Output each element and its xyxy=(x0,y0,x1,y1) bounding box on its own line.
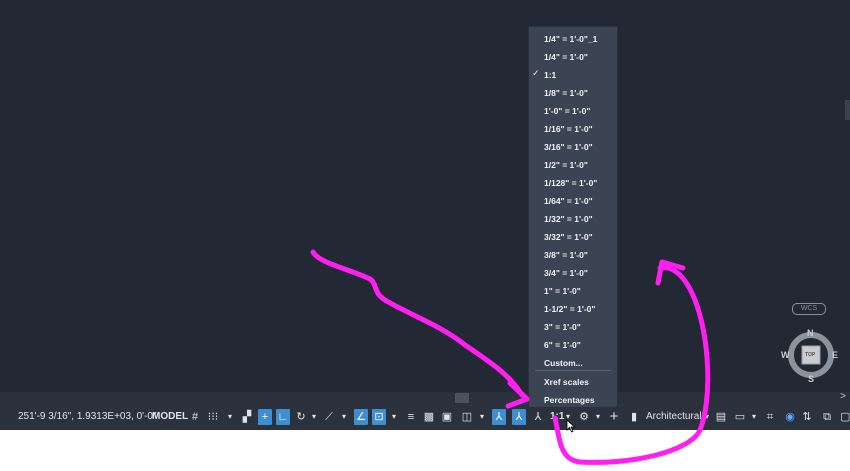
menu-item-xref-scales[interactable]: Xref scales xyxy=(544,374,589,390)
menu-item-scale[interactable]: Custom... xyxy=(544,355,583,371)
chevron-down-icon[interactable]: ▾ xyxy=(226,409,234,425)
mouse-cursor-icon xyxy=(566,419,576,433)
lineweight-icon[interactable]: ≡ xyxy=(404,409,418,425)
snap-icon[interactable]: ⁝⁝⁝ xyxy=(206,409,220,425)
isodraft-icon[interactable]: ⟋ xyxy=(322,409,336,425)
viewcube[interactable]: TOP N S W E xyxy=(781,328,838,384)
viewcube-top-face[interactable]: TOP xyxy=(805,352,815,358)
lock-ui-icon[interactable]: ▭ xyxy=(733,409,747,425)
chevron-down-icon[interactable]: ▾ xyxy=(390,409,398,425)
dynamic-input-icon[interactable]: + xyxy=(258,409,272,425)
chevron-down-icon[interactable]: ▾ xyxy=(594,409,602,425)
status-bar: 251'-9 3/16", 1.9313E+03, 0'-0" MODEL # … xyxy=(0,404,850,430)
clean-screen-icon[interactable]: ⧉ xyxy=(820,409,834,425)
menu-item-scale[interactable]: 1/128" = 1'-0" xyxy=(544,175,597,191)
menu-item-scale[interactable]: 1/4" = 1'-0"_1 xyxy=(544,31,597,47)
menu-item-scale[interactable]: 1'-0" = 1'-0" xyxy=(544,103,590,119)
menu-item-scale[interactable]: 3/8" = 1'-0" xyxy=(544,247,588,263)
model-space-toggle[interactable]: MODEL xyxy=(152,404,188,430)
ortho-icon[interactable]: ∟ xyxy=(276,409,290,425)
menu-item-percentages[interactable]: Percentages xyxy=(544,392,595,408)
infer-constraints-icon[interactable]: ▞ xyxy=(240,409,254,425)
quick-properties-icon[interactable]: ▤ xyxy=(714,409,728,425)
auto-scale-icon[interactable]: ⅄ xyxy=(512,409,526,425)
chevron-down-icon[interactable]: ▾ xyxy=(478,409,486,425)
vertical-scrollbar-thumb[interactable] xyxy=(845,100,850,120)
annotation-visibility-icon[interactable]: ⅄ xyxy=(492,409,506,425)
horizontal-scrollbar[interactable]: > xyxy=(0,391,850,404)
transparency-icon[interactable]: ▩ xyxy=(422,409,436,425)
compass-west[interactable]: W xyxy=(781,350,790,360)
units-icon: ▮ xyxy=(630,411,638,423)
hardware-accel-icon[interactable]: ◉ xyxy=(783,409,797,425)
selection-cycling-icon[interactable]: ▣ xyxy=(440,409,454,425)
chevron-down-icon[interactable]: ▾ xyxy=(340,409,348,425)
menu-item-scale[interactable]: 3/16" = 1'-0" xyxy=(544,139,593,155)
chevron-down-icon[interactable]: ▾ xyxy=(310,409,318,425)
compass-south[interactable]: S xyxy=(808,374,814,384)
workspace-gear-icon[interactable]: ⚙ xyxy=(577,409,591,425)
menu-item-scale[interactable]: 1/64" = 1'-0" xyxy=(544,193,593,209)
menu-item-scale[interactable]: 1/8" = 1'-0" xyxy=(544,85,588,101)
coordinates-readout[interactable]: 251'-9 3/16", 1.9313E+03, 0'-0" xyxy=(18,404,157,430)
scrollbar-thumb[interactable] xyxy=(455,393,469,403)
checkmark-icon: ✓ xyxy=(532,68,540,78)
menu-item-scale[interactable]: 3/32" = 1'-0" xyxy=(544,229,593,245)
compass-north[interactable]: N xyxy=(807,328,814,338)
units-selector[interactable]: Architectural xyxy=(646,404,702,430)
crosshair-icon[interactable]: + xyxy=(607,409,621,425)
wcs-menu[interactable]: WCS xyxy=(792,303,826,315)
menu-item-scale[interactable]: 1/32" = 1'-0" xyxy=(544,211,593,227)
grid-icon[interactable]: # xyxy=(188,409,202,425)
osnap-icon[interactable]: ⊡ xyxy=(372,409,386,425)
chevron-down-icon[interactable]: ▾ xyxy=(750,409,758,425)
annotation-scale-menu: 1/4" = 1'-0"_1 1/4" = 1'-0" 1:1 ✓ 1/8" = 1'-… xyxy=(528,26,618,408)
polar-icon[interactable]: ↻ xyxy=(294,409,308,425)
menu-item-scale[interactable]: 1/16" = 1'-0" xyxy=(544,121,593,137)
3d-osnap-icon[interactable]: ◫ xyxy=(460,409,474,425)
menu-item-scale[interactable]: 3" = 1'-0" xyxy=(544,319,581,335)
osnap-tracking-icon[interactable]: ∠ xyxy=(354,409,368,425)
menu-item-scale[interactable]: 1-1/2" = 1'-0" xyxy=(544,301,595,317)
isolate-icon[interactable]: ⌗ xyxy=(763,409,777,425)
compass-east[interactable]: E xyxy=(832,350,838,360)
customize-icon[interactable]: ▢ xyxy=(840,409,850,425)
drawing-canvas[interactable] xyxy=(0,0,850,392)
menu-item-scale[interactable]: 3/4" = 1'-0" xyxy=(544,265,588,281)
annotation-scale-icon[interactable]: ⅄ xyxy=(531,409,545,425)
graphics-perf-icon[interactable]: ⇅ xyxy=(800,409,814,425)
menu-item-scale[interactable]: 6" = 1'-0" xyxy=(544,337,581,353)
menu-item-scale[interactable]: 1" = 1'-0" xyxy=(544,283,581,299)
menu-separator xyxy=(535,370,611,371)
menu-item-scale[interactable]: 1/2" = 1'-0" xyxy=(544,157,588,173)
chevron-down-icon[interactable]: ▾ xyxy=(703,409,711,425)
menu-item-scale[interactable]: 1/4" = 1'-0" xyxy=(544,49,588,65)
menu-item-scale[interactable]: 1:1 xyxy=(544,67,556,83)
scroll-right-icon[interactable]: > xyxy=(840,391,846,402)
